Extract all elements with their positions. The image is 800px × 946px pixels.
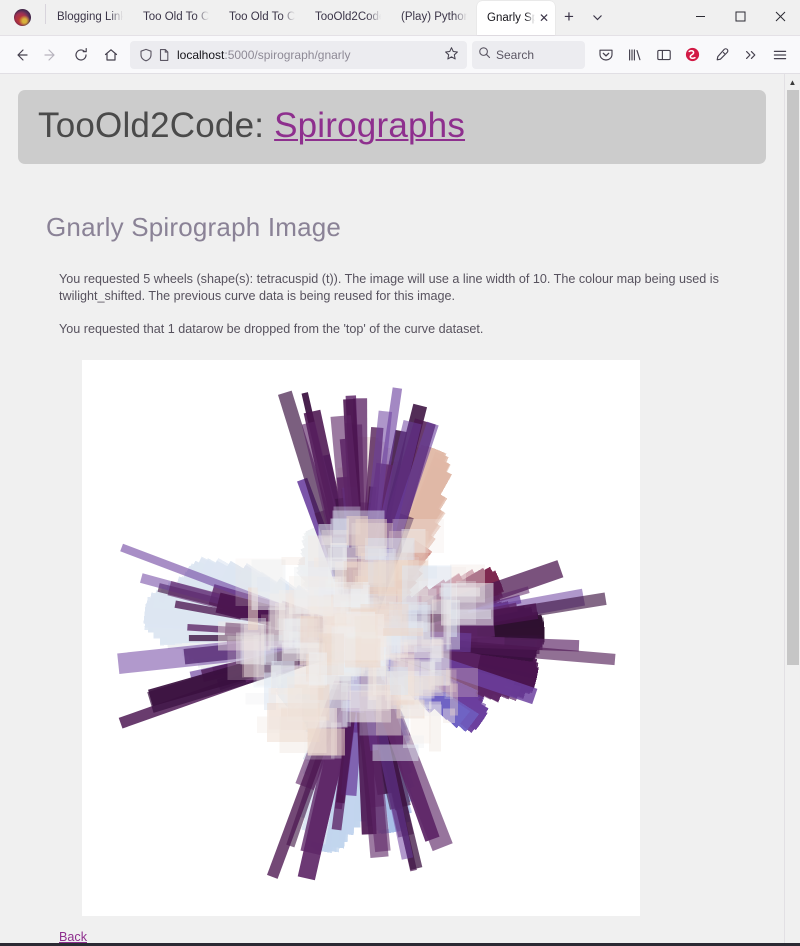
vertical-scrollbar[interactable]: ▲ [784, 74, 800, 946]
minimize-button[interactable] [680, 0, 720, 32]
web-page: TooOld2Code: Spirographs Gnarly Spirogra… [0, 74, 784, 946]
minimize-icon [695, 15, 705, 17]
content-viewport: TooOld2Code: Spirographs Gnarly Spirogra… [0, 74, 800, 946]
content-heading: Gnarly Spirograph Image [46, 212, 342, 242]
overflow-chevrons-icon[interactable] [736, 41, 765, 69]
pocket-icon[interactable] [591, 41, 620, 69]
tab-play-python[interactable]: (Play) Python W [391, 2, 477, 32]
reload-icon [75, 47, 87, 61]
tab-blogging-links[interactable]: Blogging Links [47, 2, 133, 32]
tab-label: Too Old To Code [143, 11, 209, 23]
library-icon[interactable] [620, 41, 649, 69]
navigation-toolbar: localhost:5000/spirograph/gnarly Search [0, 36, 800, 74]
tab-label: (Play) Python W [401, 11, 467, 23]
extension-icon[interactable] [678, 41, 707, 69]
close-icon[interactable]: ✕ [537, 11, 551, 25]
firefox-logo-icon [13, 8, 31, 26]
shield-icon[interactable] [137, 48, 155, 62]
new-tab-button[interactable]: + [555, 3, 583, 31]
close-icon [775, 11, 785, 21]
list-all-tabs-button[interactable] [583, 3, 611, 31]
home-icon [104, 48, 118, 61]
back-arrow-icon [17, 48, 28, 61]
tab-gnarly-spirograph-active[interactable]: Gnarly Spirogr ✕ [477, 1, 555, 35]
url-host: localhost [177, 47, 225, 62]
eyedropper-icon[interactable] [707, 41, 736, 69]
maximize-icon [735, 11, 745, 21]
close-window-button[interactable] [760, 0, 800, 32]
maximize-button[interactable] [720, 0, 760, 32]
url-path: :5000/spirograph/gnarly [224, 47, 351, 62]
gnarly-spirograph-image [82, 360, 640, 916]
tab-label: Too Old To Code [229, 11, 295, 23]
sidebar-icon[interactable] [649, 41, 678, 69]
url-bar[interactable]: localhost:5000/spirograph/gnarly [130, 40, 467, 69]
tab-tooold2codes[interactable]: TooOld2Code's [305, 2, 391, 32]
site-title-prefix: TooOld2Code: [38, 106, 275, 145]
spirographs-link[interactable]: Spirographs [274, 106, 465, 145]
tab-strip: Blogging Links Too Old To Code Too Old T… [0, 0, 800, 36]
browser-window: Blogging Links Too Old To Code Too Old T… [0, 0, 800, 946]
spirograph-image-container [82, 360, 766, 916]
tab-too-old-to-code-2[interactable]: Too Old To Code [219, 2, 305, 32]
reload-button[interactable] [66, 41, 96, 69]
toolbar-icon-group [591, 41, 794, 69]
home-button[interactable] [96, 41, 126, 69]
search-icon [478, 46, 491, 64]
forward-arrow-icon [44, 48, 55, 61]
info-paragraph-1: You requested 5 wheels (shape(s): tetrac… [59, 272, 719, 303]
tab-list: Blogging Links Too Old To Code Too Old T… [47, 0, 680, 35]
spirograph-canvas [82, 360, 640, 916]
firefox-brand-button[interactable] [0, 0, 44, 35]
hamburger-menu-icon[interactable] [765, 41, 794, 69]
forward-button[interactable] [36, 41, 66, 69]
scroll-up-button[interactable]: ▲ [785, 74, 800, 90]
window-controls [680, 0, 800, 32]
tab-label: Blogging Links [57, 11, 123, 23]
search-bar[interactable]: Search [472, 40, 585, 69]
tab-label: Gnarly Spirogr [487, 12, 535, 24]
back-link[interactable]: Back [59, 930, 87, 944]
chevron-down-icon [592, 14, 602, 20]
tab-separator [45, 3, 46, 24]
info-paragraph-2: You requested that 1 datarow be dropped … [59, 322, 484, 336]
scrollbar-track[interactable] [785, 90, 800, 946]
search-input[interactable]: Search [491, 48, 534, 62]
tab-label: TooOld2Code's [315, 11, 381, 23]
back-button[interactable] [6, 41, 36, 69]
page-title: TooOld2Code: Spirographs [38, 106, 746, 146]
plus-icon: + [564, 7, 574, 26]
page-icon[interactable] [155, 48, 173, 62]
url-text[interactable]: localhost:5000/spirograph/gnarly [173, 48, 441, 62]
star-icon[interactable] [441, 46, 461, 64]
site-header-banner: TooOld2Code: Spirographs [18, 90, 766, 164]
scrollbar-thumb[interactable] [786, 90, 799, 665]
tab-too-old-to-code-1[interactable]: Too Old To Code [133, 2, 219, 32]
